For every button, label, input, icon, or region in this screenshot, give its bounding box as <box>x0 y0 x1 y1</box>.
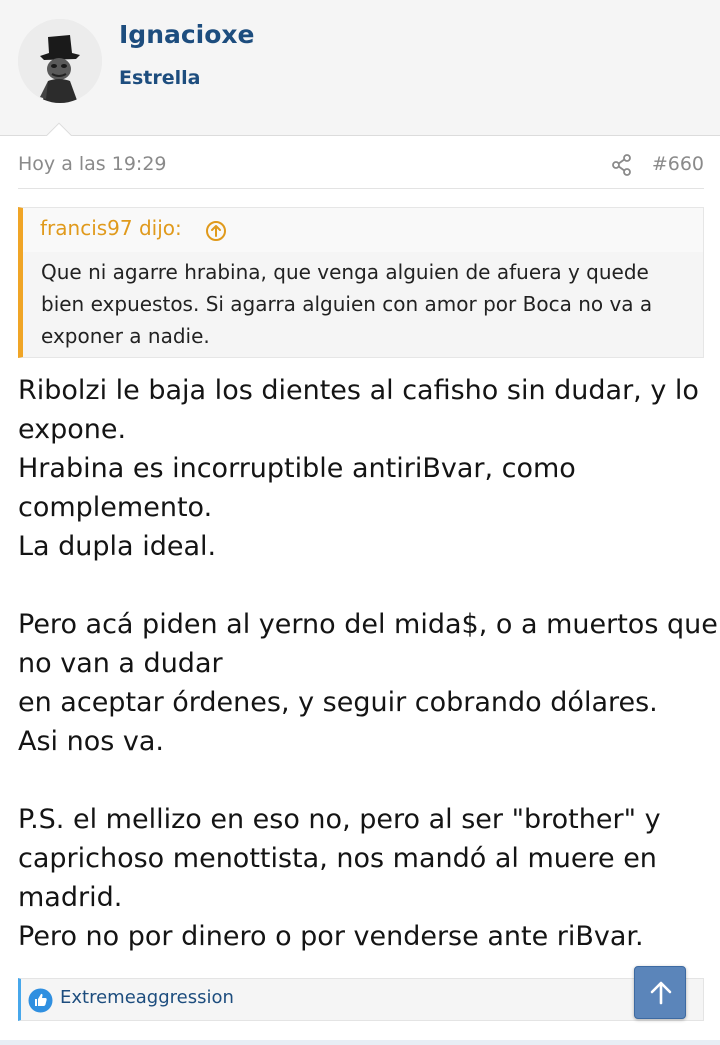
message-line: Ribolzi le baja los dientes al cafisho s… <box>18 375 699 406</box>
message-line: caprichoso menottista, nos mandó al muer… <box>18 843 657 874</box>
quote-text: Que ni agarre hrabina, que venga alguien… <box>41 256 696 352</box>
quote-block: francis97 dijo: Que ni agarre hrabina, q… <box>18 207 704 358</box>
post-message: Ribolzi le baja los dientes al cafisho s… <box>18 371 718 956</box>
post-date-link[interactable]: Hoy a las 19:29 <box>18 153 167 175</box>
message-line: P.S. el mellizo en eso no, pero al ser "… <box>18 804 661 835</box>
arrow-up-circle-icon[interactable] <box>205 220 227 242</box>
arrow-up-icon <box>650 981 672 1005</box>
reactions-bar[interactable]: Extremeaggression <box>18 978 704 1021</box>
quote-header: francis97 dijo: <box>23 208 703 252</box>
quote-line: exponer a nadie. <box>41 324 210 348</box>
message-line: en aceptar órdenes, y seguir cobrando dó… <box>18 687 658 718</box>
message-line: no van a dudar <box>18 648 223 679</box>
share-icon[interactable] <box>611 154 633 176</box>
quote-line: bien expuestos. Si agarra alguien con am… <box>41 292 653 316</box>
message-line: Pero no por dinero o por venderse ante r… <box>18 921 644 952</box>
reaction-user-link[interactable]: Extremeaggression <box>60 987 234 1008</box>
username-link[interactable]: Ignacioxe <box>119 20 255 49</box>
message-line: Hrabina es incorruptible antiriBvar, com… <box>18 453 576 484</box>
message-line: Asi nos va. <box>18 726 165 757</box>
post-number-link[interactable]: #660 <box>652 153 704 175</box>
message-line: La dupla ideal. <box>18 531 217 562</box>
message-line: complemento. <box>18 492 213 523</box>
post-meta: Hoy a las 19:29 #660 <box>18 148 704 189</box>
header-pointer-arrow <box>44 119 74 136</box>
like-icon <box>28 988 53 1013</box>
top-hat-figure-avatar-icon <box>18 19 102 103</box>
user-header: Ignacioxe Estrella <box>0 0 720 136</box>
message-line: expone. <box>18 414 127 445</box>
user-avatar[interactable] <box>18 19 102 103</box>
user-title: Estrella <box>119 67 201 89</box>
quote-author-link[interactable]: francis97 dijo: <box>40 216 182 240</box>
page-bottom-divider <box>0 1040 720 1045</box>
message-line: Pero acá piden al yerno del mida$, o a m… <box>18 609 718 640</box>
message-line: madrid. <box>18 882 123 913</box>
scroll-to-top-button[interactable] <box>634 966 686 1019</box>
quote-line: Que ni agarre hrabina, que venga alguien… <box>41 260 649 284</box>
